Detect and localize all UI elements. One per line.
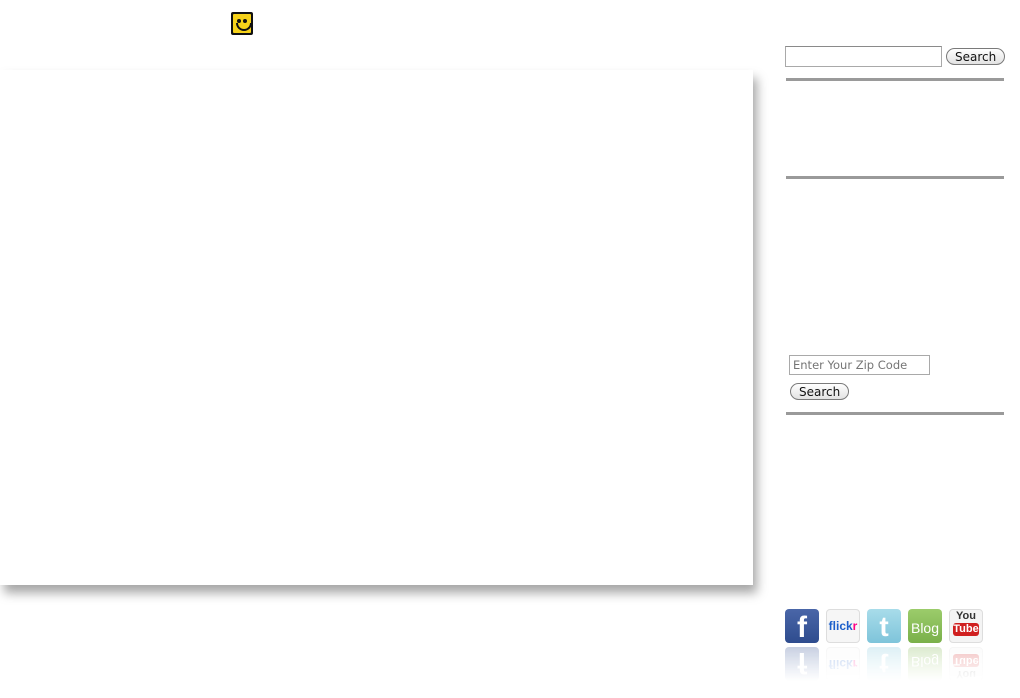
blog-label: Blog: [910, 620, 940, 636]
youtube-icon-reflection: You Tube: [949, 647, 983, 681]
flickr-reflection-label: flick: [828, 657, 853, 671]
sidebar: Search Search f flickr t Blog YouTube f …: [785, 0, 1006, 698]
zip-code-input[interactable]: [789, 355, 930, 375]
social-icons-reflection: f flickr t Blog You Tube: [785, 645, 995, 681]
facebook-icon[interactable]: f: [785, 609, 819, 643]
youtube-reflection-accent: Tube: [953, 654, 979, 667]
main-content-panel: [0, 70, 753, 585]
site-search-button[interactable]: Search: [946, 48, 1006, 65]
youtube-label-accent: Tube: [953, 623, 979, 636]
divider: [786, 176, 1004, 179]
flickr-reflection-accent: r: [852, 657, 858, 671]
facebook-reflection-label: f: [797, 647, 807, 679]
twitter-icon[interactable]: t: [867, 609, 901, 643]
twitter-label: t: [879, 611, 889, 642]
flickr-icon-reflection: flickr: [826, 647, 860, 681]
youtube-icon[interactable]: You Tube: [949, 609, 983, 643]
youtube-reflection-label: You: [956, 668, 976, 680]
social-links: f flickr t Blog You Tube f flickr t Blog …: [785, 609, 995, 689]
facebook-label: f: [797, 611, 807, 643]
blog-reflection-label: Blog: [910, 654, 940, 670]
facebook-icon-reflection: f: [785, 647, 819, 681]
smiley-face-icon: [231, 12, 253, 35]
divider: [786, 78, 1004, 81]
divider: [786, 412, 1004, 415]
youtube-label: You: [956, 610, 976, 622]
flickr-icon[interactable]: flickr: [826, 609, 860, 643]
blog-icon[interactable]: Blog: [908, 609, 942, 643]
twitter-reflection-label: t: [879, 648, 889, 679]
blog-icon-reflection: Blog: [908, 647, 942, 681]
site-search-input[interactable]: [785, 46, 942, 67]
zip-search-button[interactable]: Search: [790, 383, 850, 400]
flickr-label-accent: r: [852, 619, 858, 633]
twitter-icon-reflection: t: [867, 647, 901, 681]
flickr-label: flick: [828, 619, 853, 633]
